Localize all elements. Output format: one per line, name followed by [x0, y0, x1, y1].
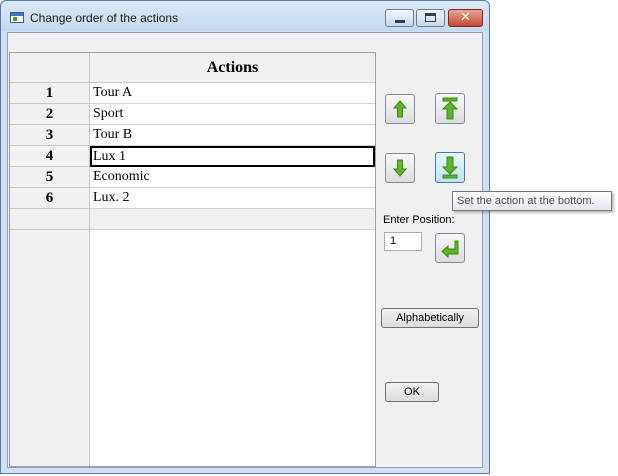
title-bar[interactable]: Change order of the actions ✕ [1, 1, 489, 31]
apply-position-button[interactable] [435, 233, 465, 263]
table-row[interactable]: 3 Tour B [10, 125, 375, 146]
row-number[interactable]: 6 [10, 188, 90, 209]
move-to-top-button[interactable] [435, 93, 465, 124]
action-cell[interactable]: Tour B [90, 125, 375, 146]
action-cell-empty[interactable] [90, 209, 375, 230]
table-row-empty[interactable] [10, 209, 375, 230]
enter-return-icon [441, 240, 459, 259]
row-number[interactable]: 4 [10, 146, 90, 167]
table-row[interactable]: 6 Lux. 2 [10, 188, 375, 209]
actions-table: Actions 1 Tour A 2 Sport 3 Tour B 4 Lux … [9, 52, 376, 467]
action-cell[interactable]: Economic [90, 167, 375, 188]
action-cell[interactable]: Tour A [90, 83, 375, 104]
dialog-client-area: Actions 1 Tour A 2 Sport 3 Tour B 4 Lux … [7, 32, 483, 468]
maximize-button[interactable] [416, 9, 445, 27]
table-corner[interactable] [10, 53, 90, 83]
table-row[interactable]: 2 Sport [10, 104, 375, 125]
ok-button[interactable]: OK [385, 382, 439, 402]
row-number[interactable]: 5 [10, 167, 90, 188]
row-number[interactable]: 2 [10, 104, 90, 125]
action-cell-selected[interactable]: Lux 1 [90, 146, 375, 167]
position-input[interactable]: 1 [384, 232, 422, 251]
actions-column-header[interactable]: Actions [90, 53, 375, 83]
action-cell[interactable]: Sport [90, 104, 375, 125]
close-button[interactable]: ✕ [448, 9, 483, 27]
dialog-window: Change order of the actions ✕ Actions 1 … [0, 0, 490, 474]
maximize-icon [425, 13, 436, 22]
table-row[interactable]: 1 Tour A [10, 83, 375, 104]
alphabetically-button[interactable]: Alphabetically [381, 308, 479, 328]
minimize-button[interactable] [385, 9, 414, 27]
table-row[interactable]: 4 Lux 1 [10, 146, 375, 167]
arrow-down-icon [392, 159, 408, 177]
close-icon: ✕ [460, 10, 471, 25]
arrow-to-top-icon [441, 97, 459, 120]
arrow-up-icon [392, 100, 408, 118]
table-row[interactable]: 5 Economic [10, 167, 375, 188]
arrow-to-bottom-icon [441, 156, 459, 179]
row-number[interactable]: 3 [10, 125, 90, 146]
minimize-icon [395, 20, 405, 23]
move-up-button[interactable] [385, 94, 415, 124]
row-number-empty[interactable] [10, 209, 90, 230]
window-title: Change order of the actions [30, 11, 179, 25]
tooltip: Set the action at the bottom. [452, 191, 612, 211]
enter-position-label: Enter Position: [383, 214, 455, 226]
action-cell[interactable]: Lux. 2 [90, 188, 375, 209]
move-to-bottom-button[interactable] [435, 152, 465, 183]
move-down-button[interactable] [385, 153, 415, 183]
app-window-icon [10, 12, 24, 23]
row-number[interactable]: 1 [10, 83, 90, 104]
